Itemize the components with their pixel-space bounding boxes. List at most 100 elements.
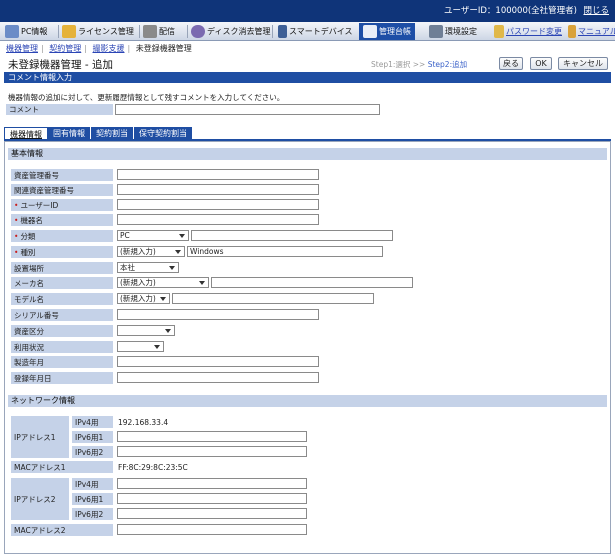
label-text: 資産区分 — [14, 326, 44, 336]
user-id-input[interactable] — [117, 199, 319, 210]
nav-label: スマートデバイス — [289, 27, 353, 36]
mac2-label: MACアドレス2 — [10, 523, 114, 537]
step2-label: Step2:追加 — [427, 60, 468, 69]
asset-class-label: 資産区分 — [10, 324, 114, 338]
nav-pc-info[interactable]: PC情報 — [5, 23, 47, 40]
cancel-button[interactable]: キャンセル — [558, 57, 608, 70]
maker-select[interactable]: (新規入力) — [117, 277, 209, 288]
breadcrumb: 機器管理 | 契約管理 | 撮影支援 | 未登録機器管理 — [6, 43, 192, 54]
nav-settings[interactable]: 環境設定 — [429, 23, 477, 40]
nav-divider — [187, 25, 188, 38]
usage-select[interactable] — [117, 341, 164, 352]
kind-select[interactable]: (新規入力) — [117, 246, 185, 257]
label-text: ユーザーID — [20, 200, 59, 210]
ok-button[interactable]: OK — [530, 57, 552, 70]
usage-label: 利用状況 — [10, 340, 114, 354]
label-text: モデル名 — [14, 294, 44, 304]
reg-date-input[interactable] — [117, 372, 319, 383]
nav-manual[interactable]: マニュアル — [568, 23, 615, 40]
nav-smart-device[interactable]: スマートデバイス — [278, 23, 353, 40]
maker-text-input[interactable] — [211, 277, 413, 288]
basic-info-heading: 基本情報 — [8, 148, 607, 160]
comment-input[interactable] — [115, 104, 380, 115]
book-icon — [568, 25, 576, 38]
model-text-input[interactable] — [172, 293, 374, 304]
category-text-input[interactable] — [191, 230, 393, 241]
model-select[interactable]: (新規入力) — [117, 293, 170, 304]
device-name-input[interactable] — [117, 214, 319, 225]
breadcrumb-sep: | — [127, 44, 131, 53]
label-text: 利用状況 — [14, 342, 44, 352]
back-button[interactable]: 戻る — [499, 57, 523, 70]
top-bar: ユーザーID：100000(全社管理者) 閉じる — [0, 0, 615, 22]
pc-icon — [5, 25, 19, 38]
ip1-v6-1-input[interactable] — [117, 431, 307, 442]
mfg-date-input[interactable] — [117, 356, 319, 367]
nav-delivery[interactable]: 配信 — [143, 23, 175, 40]
ip1-v4-label: IPv4用 — [71, 415, 114, 429]
nav-divider — [58, 25, 59, 38]
serial-input[interactable] — [117, 309, 319, 320]
related-asset-input[interactable] — [117, 184, 319, 195]
step1-label: Step1:選択 >> — [371, 60, 426, 69]
user-info: ユーザーID：100000(全社管理者) — [444, 6, 577, 16]
ip1-v6-2-label: IPv6用2 — [71, 445, 114, 459]
label-text: 種別 — [20, 247, 36, 257]
ip1-v6-1-label: IPv6用1 — [71, 430, 114, 444]
logout-link[interactable]: 閉じる — [583, 4, 609, 16]
nav-label: PC情報 — [21, 27, 48, 36]
smartphone-icon — [278, 25, 287, 38]
required-mark: • — [14, 247, 19, 257]
location-label: 設置場所 — [10, 261, 114, 275]
label-text: 分類 — [20, 231, 36, 241]
kind-text-input[interactable]: Windows — [187, 246, 383, 257]
breadcrumb-device[interactable]: 機器管理 — [6, 44, 38, 53]
license-icon — [62, 25, 76, 38]
serial-label: シリアル番号 — [10, 308, 114, 322]
device-name-label: • 機器名 — [10, 213, 114, 227]
nav-divider — [272, 25, 273, 38]
nav-password[interactable]: パスワード変更 — [494, 23, 562, 40]
reg-date-label: 登録年月日 — [10, 371, 114, 385]
label-text: 関連資産管理番号 — [14, 185, 74, 195]
ip2-v6-2-label: IPv6用2 — [71, 507, 114, 521]
breadcrumb-contract[interactable]: 契約管理 — [49, 44, 81, 53]
ip2-v4-input[interactable] — [117, 478, 307, 489]
ip1-v4-value: 192.168.33.4 — [118, 418, 169, 427]
location-select[interactable]: 本社 — [117, 262, 179, 273]
nav-label: 環境設定 — [445, 27, 477, 36]
nav-license[interactable]: ライセンス管理 — [62, 23, 134, 40]
label-text: メーカ名 — [14, 278, 44, 288]
breadcrumb-support[interactable]: 撮影支援 — [93, 44, 125, 53]
user-id-label: • ユーザーID — [10, 198, 114, 212]
ledger-icon — [363, 25, 377, 38]
ip1-v6-2-input[interactable] — [117, 446, 307, 457]
asset-no-input[interactable] — [117, 169, 319, 180]
ip2-v6-2-input[interactable] — [117, 508, 307, 519]
password-link[interactable]: パスワード変更 — [506, 26, 562, 37]
manual-link[interactable]: マニュアル — [578, 26, 615, 37]
delivery-icon — [143, 25, 157, 38]
category-select[interactable]: PC — [117, 230, 189, 241]
breadcrumb-sep: | — [41, 44, 44, 53]
label-text: 製造年月 — [14, 357, 44, 367]
mac2-input[interactable] — [117, 524, 307, 535]
comment-note: 機器情報の追加に対して、更新履歴情報として残すコメントを入力してください。 — [8, 93, 285, 102]
label-text: 登録年月日 — [14, 373, 52, 383]
key-icon — [494, 25, 504, 38]
label-text: 設置場所 — [14, 263, 44, 273]
ip2-v6-1-label: IPv6用1 — [71, 492, 114, 506]
ip2-v6-1-input[interactable] — [117, 493, 307, 504]
nav-ledger[interactable]: 管理台帳 — [359, 23, 415, 40]
tools-icon — [429, 25, 443, 38]
network-info-heading: ネットワーク情報 — [8, 395, 607, 407]
nav-label: 配信 — [159, 27, 175, 36]
mfg-date-label: 製造年月 — [10, 355, 114, 369]
mac1-label: MACアドレス1 — [10, 460, 114, 474]
nav-label: ディスク消去管理 — [207, 27, 271, 36]
category-label: • 分類 — [10, 229, 114, 243]
asset-class-select[interactable] — [117, 325, 175, 336]
comment-section-header: コメント情報入力 — [4, 72, 611, 83]
required-mark: • — [14, 215, 19, 225]
nav-disk-erase[interactable]: ディスク消去管理 — [191, 23, 270, 40]
